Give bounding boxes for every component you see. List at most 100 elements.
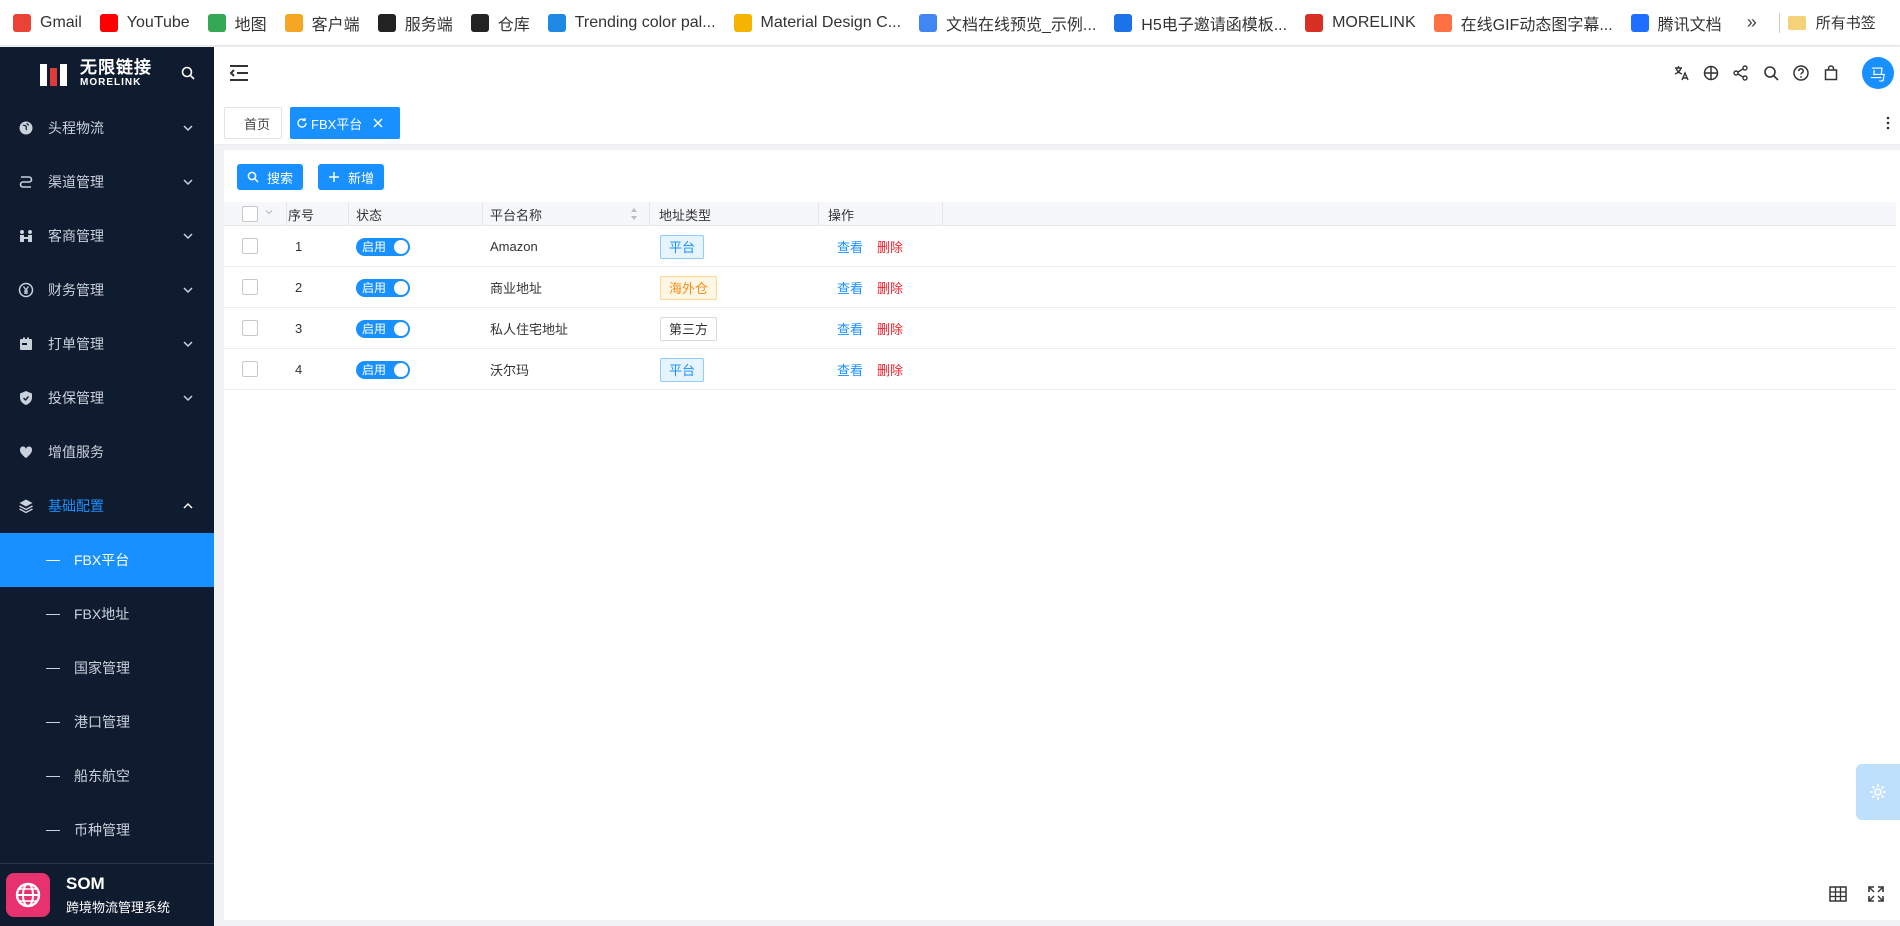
status-switch[interactable]: 启用	[356, 237, 410, 256]
globe-icon	[18, 120, 34, 136]
doc-icon	[919, 13, 938, 32]
bookmark-item[interactable]: Gmail	[6, 0, 93, 45]
status-switch[interactable]: 启用	[356, 360, 410, 379]
column-header-status: 状态	[356, 207, 383, 223]
route-icon	[18, 174, 34, 190]
row-checkbox[interactable]	[242, 279, 258, 295]
h5-icon	[1114, 13, 1133, 32]
tab-fbx-platform[interactable]: FBX平台	[290, 107, 400, 139]
search-button[interactable]: 搜索	[237, 164, 303, 190]
close-icon[interactable]	[372, 117, 384, 129]
collapse-menu-icon[interactable]	[228, 63, 250, 83]
morelink-icon	[377, 13, 396, 32]
refresh-icon[interactable]	[296, 117, 308, 129]
bookmark-item[interactable]: 仓库	[464, 0, 541, 45]
bookmark-item[interactable]: 在线GIF动态图字幕...	[1427, 0, 1624, 45]
delete-link[interactable]: 删除	[877, 360, 903, 379]
more-vertical-icon[interactable]	[1886, 115, 1890, 131]
status-switch[interactable]: 启用	[356, 278, 410, 297]
add-button[interactable]: 新增	[318, 164, 384, 190]
sidebar-item[interactable]: 渠道管理	[0, 155, 214, 209]
bookmark-item[interactable]: Material Design C...	[727, 0, 913, 45]
sidebar: 无限链接 MORELINK 头程物流 渠道管理 客商管理 财务管理打单管理投保管理增值…	[0, 47, 214, 926]
delete-link[interactable]: 删除	[877, 278, 903, 297]
sidebar-subitem-label: FBX平台	[74, 552, 130, 568]
bookmark-item[interactable]: MORELINK	[1298, 0, 1427, 45]
theme-icon[interactable]	[1702, 64, 1720, 82]
view-link[interactable]: 查看	[837, 237, 863, 256]
layers-icon	[18, 498, 34, 514]
all-bookmarks-folder[interactable]: 所有书签	[1787, 12, 1876, 33]
sidebar-item[interactable]: 增值服务	[0, 425, 214, 479]
platform-name: 商业地址	[490, 281, 543, 296]
settings-float-button[interactable]	[1856, 764, 1900, 820]
sidebar-search-icon[interactable]	[180, 65, 196, 81]
sidebar-item[interactable]: 打单管理	[0, 317, 214, 371]
user-avatar[interactable]: 马	[1862, 57, 1894, 89]
bookmark-item[interactable]: 文档在线预览_示例...	[912, 0, 1107, 45]
tab-label: FBX平台	[311, 116, 363, 132]
row-checkbox[interactable]	[242, 361, 258, 377]
tab-home[interactable]: 首页	[224, 107, 282, 139]
som-logo-icon	[6, 873, 50, 917]
sidebar-subitem-label: 国家管理	[74, 660, 130, 676]
view-link[interactable]: 查看	[837, 278, 863, 297]
bookmark-label: 服务端	[404, 16, 453, 34]
view-link[interactable]: 查看	[837, 360, 863, 379]
top-header: 马	[214, 47, 1900, 101]
brand-name-cn: 无限链接	[80, 57, 152, 77]
bag-icon[interactable]	[1822, 64, 1840, 82]
chevron-down-icon	[182, 175, 194, 187]
translate-icon[interactable]	[1672, 64, 1690, 82]
sidebar-item[interactable]: 头程物流	[0, 101, 214, 155]
sidebar-footer: SOM 跨境物流管理系统	[0, 863, 214, 926]
status-switch[interactable]: 启用	[356, 319, 410, 338]
brand-name-en: MORELINK	[80, 76, 142, 88]
sidebar-subitem[interactable]: FBX地址	[0, 587, 214, 641]
gmail-icon	[1305, 13, 1324, 32]
sidebar-subitem[interactable]: 船东航空	[0, 749, 214, 803]
select-all-checkbox[interactable]	[242, 206, 258, 222]
sidebar-item-label: 投保管理	[48, 390, 104, 406]
sidebar-subitem[interactable]: 币种管理	[0, 803, 214, 857]
table-icon[interactable]	[1828, 884, 1848, 907]
bookmark-item[interactable]: 服务端	[371, 0, 464, 45]
bookmarks-more-button[interactable]: »	[1733, 12, 1771, 33]
bookmark-item[interactable]: YouTube	[93, 0, 201, 45]
bookmark-item[interactable]: Trending color pal...	[541, 0, 727, 45]
bookmark-item[interactable]: 腾讯文档	[1624, 0, 1733, 45]
sidebar-item[interactable]: 基础配置	[0, 479, 214, 533]
chevron-down-icon[interactable]	[264, 205, 274, 220]
sidebar-subitem[interactable]: 国家管理	[0, 641, 214, 695]
yen-icon	[18, 282, 34, 298]
search-icon[interactable]	[1762, 64, 1780, 82]
sidebar-subitem[interactable]: FBX平台	[0, 533, 214, 587]
row-checkbox[interactable]	[242, 238, 258, 254]
help-icon[interactable]	[1792, 64, 1810, 82]
chevron-down-icon	[182, 337, 194, 349]
bookmark-label: 客户端	[311, 16, 360, 34]
gmail-icon	[13, 13, 31, 32]
dash-icon	[46, 667, 60, 669]
bookmark-item[interactable]: H5电子邀请函模板...	[1107, 0, 1298, 45]
sort-icon[interactable]	[629, 206, 639, 225]
delete-link[interactable]: 删除	[877, 237, 903, 256]
sidebar-item[interactable]: 财务管理	[0, 263, 214, 317]
fullscreen-icon[interactable]	[1866, 884, 1886, 907]
column-header-platform-name[interactable]: 平台名称	[490, 202, 542, 226]
chevron-down-icon	[182, 121, 194, 133]
sidebar-item[interactable]: 客商管理	[0, 209, 214, 263]
bookmark-item[interactable]: 客户端	[278, 0, 371, 45]
print-icon	[18, 336, 34, 352]
table-row: 3 启用 私人住宅地址 第三方 查看 删除	[224, 308, 1896, 349]
delete-link[interactable]: 删除	[877, 319, 903, 338]
share-icon[interactable]	[1732, 64, 1750, 82]
sidebar-item-label: 打单管理	[48, 336, 104, 352]
sidebar-item[interactable]: 投保管理	[0, 371, 214, 425]
view-link[interactable]: 查看	[837, 319, 863, 338]
chevron-up-icon	[182, 499, 194, 511]
sidebar-subitem-label: FBX地址	[74, 606, 130, 622]
sidebar-subitem[interactable]: 港口管理	[0, 695, 214, 749]
row-checkbox[interactable]	[242, 320, 258, 336]
bookmark-item[interactable]: 地图	[201, 0, 278, 45]
